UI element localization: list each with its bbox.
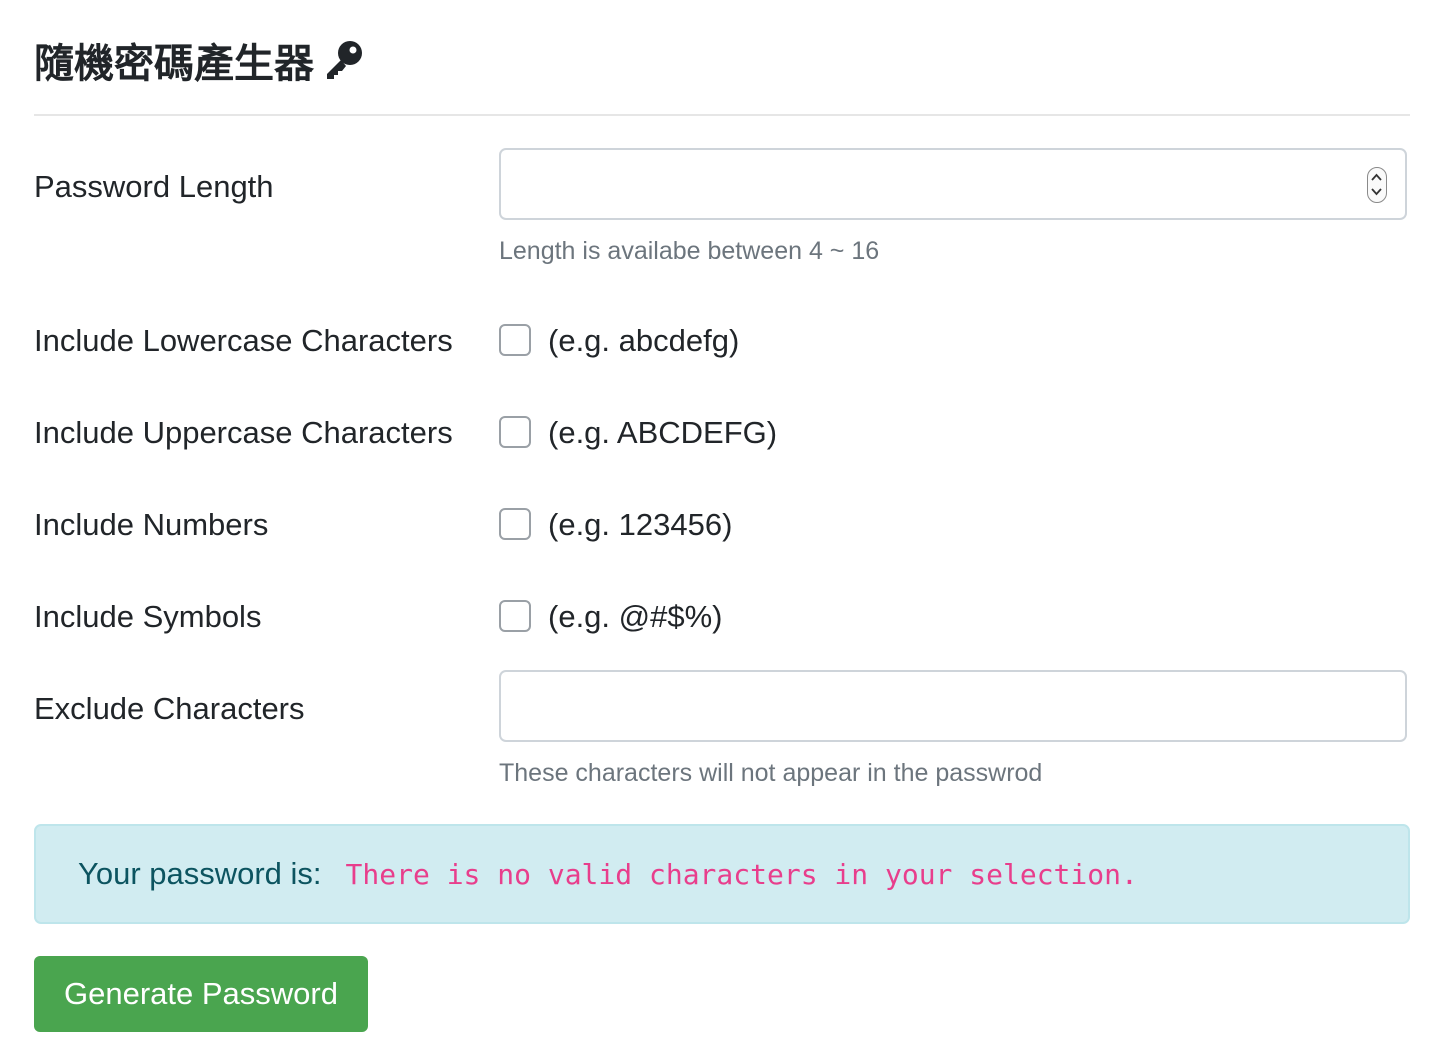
numbers-label: Include Numbers — [34, 507, 269, 542]
exclude-characters-label: Exclude Characters — [34, 691, 305, 726]
number-spinner[interactable] — [1367, 167, 1387, 203]
exclude-characters-help: These characters will not appear in the … — [499, 759, 1043, 787]
symbols-example: (e.g. @#$%) — [548, 599, 723, 634]
password-length-label: Password Length — [34, 169, 274, 204]
page-title: 隨機密碼產生器 — [34, 30, 366, 90]
exclude-characters-field[interactable] — [499, 670, 1407, 742]
password-length-help: Length is availabe between 4 ~ 16 — [499, 237, 880, 265]
header-divider — [34, 114, 1410, 116]
exclude-characters-input[interactable] — [501, 672, 1405, 740]
uppercase-example: (e.g. ABCDEFG) — [548, 415, 778, 450]
numbers-example: (e.g. 123456) — [548, 507, 733, 542]
password-length-field[interactable] — [499, 148, 1407, 220]
lowercase-label: Include Lowercase Characters — [34, 323, 453, 358]
lowercase-example: (e.g. abcdefg) — [548, 323, 740, 358]
password-result-label: Your password is: — [78, 856, 322, 891]
password-result-alert: Your password is: There is no valid char… — [34, 824, 1410, 924]
page-title-text: 隨機密碼產生器 — [34, 41, 314, 87]
symbols-checkbox[interactable] — [499, 600, 531, 632]
password-result-value[interactable]: There is no valid characters in your sel… — [346, 858, 1138, 891]
symbols-label: Include Symbols — [34, 599, 262, 634]
key-icon — [322, 38, 366, 82]
password-length-input[interactable] — [501, 150, 1405, 218]
lowercase-checkbox[interactable] — [499, 324, 531, 356]
uppercase-checkbox[interactable] — [499, 416, 531, 448]
numbers-checkbox[interactable] — [499, 508, 531, 540]
uppercase-label: Include Uppercase Characters — [34, 415, 453, 450]
generate-password-button[interactable]: Generate Password — [34, 956, 368, 1032]
